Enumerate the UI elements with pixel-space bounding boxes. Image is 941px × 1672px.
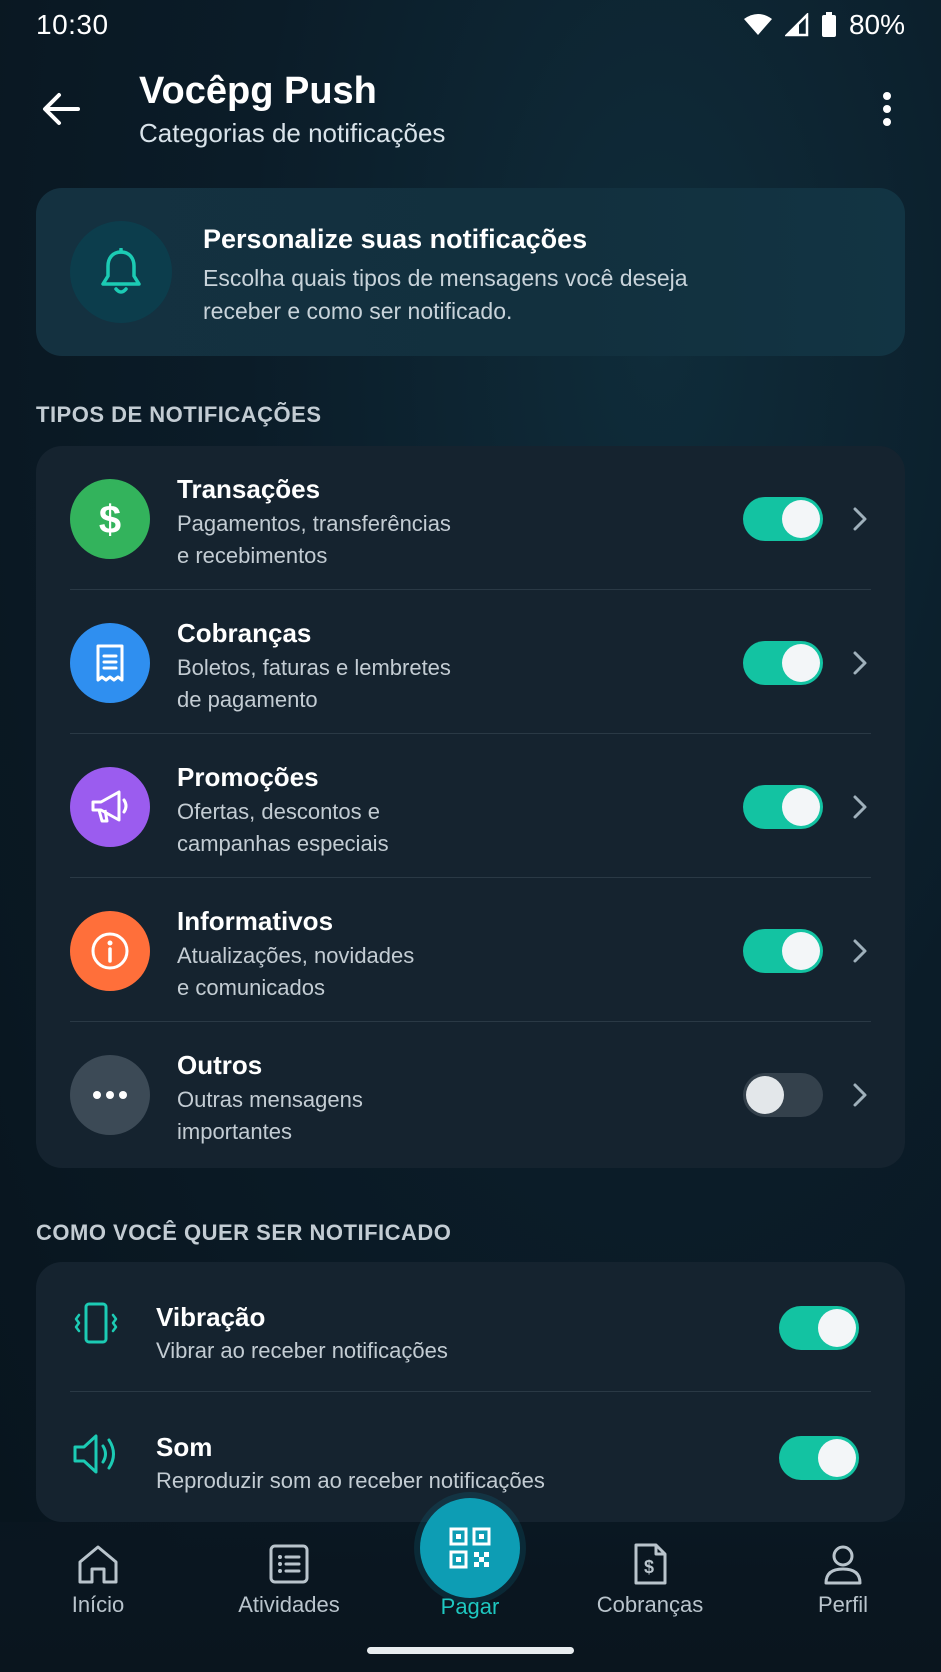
bell-icon: [70, 221, 172, 323]
nav-item-cobrancas[interactable]: $ Cobranças: [570, 1542, 730, 1632]
chevron-right-icon[interactable]: [848, 497, 872, 541]
nav-label: Atividades: [238, 1592, 340, 1617]
method-description: Vibrar ao receber notificações: [156, 1338, 448, 1363]
nav-label: Perfil: [817, 1592, 869, 1617]
types-section-label: TIPOS DE NOTIFICAÇÕES: [36, 402, 322, 427]
outros-toggle[interactable]: [743, 1073, 823, 1117]
type-description: Ofertas, descontos e campanhas especiais: [177, 796, 507, 860]
cobrancas-toggle[interactable]: [743, 641, 823, 685]
battery-icon: [821, 12, 837, 38]
intro-description: Escolha quais tipos de mensagens você de…: [203, 265, 688, 324]
vibracao-toggle[interactable]: [779, 1306, 859, 1350]
qr-code-icon: [449, 1527, 491, 1569]
arrow-left-icon: [43, 93, 80, 125]
wifi-icon: [743, 13, 773, 37]
battery-level: 80%: [848, 9, 905, 40]
type-description-line: Ofertas, descontos e: [177, 799, 380, 824]
som-toggle[interactable]: [779, 1436, 859, 1480]
method-title: Vibração: [156, 1302, 266, 1332]
type-description-line: e comunicados: [177, 975, 325, 1000]
signal-icon: [784, 13, 809, 37]
app-bar: Vocêpg Push Categorias de notificações: [0, 60, 941, 160]
status-icons: 80%: [743, 9, 905, 41]
type-description-line: Atualizações, novidades: [177, 943, 415, 968]
nav-item-inicio[interactable]: Início: [18, 1542, 178, 1632]
speaker-icon: [66, 1424, 126, 1484]
status-bar: 10:30 80%: [0, 0, 941, 50]
type-description-line: Pagamentos, transferências: [177, 511, 451, 536]
type-description-line: de pagamento: [177, 687, 318, 712]
type-title: Outros: [177, 1050, 263, 1080]
invoice-icon: $: [634, 1543, 667, 1585]
page-title: Vocêpg Push: [139, 70, 377, 112]
promocoes-toggle[interactable]: [743, 785, 823, 829]
type-title: Promoções: [177, 762, 319, 792]
method-description: Reproduzir som ao receber notificações: [156, 1468, 545, 1493]
type-description: Boletos, faturas e lembretes de pagament…: [177, 652, 507, 716]
page-subtitle: Categorias de notificações: [139, 118, 446, 148]
more-dots-icon: [70, 1055, 150, 1135]
type-title: Cobranças: [177, 618, 312, 648]
info-icon: [70, 911, 150, 991]
chevron-right-icon[interactable]: [848, 929, 872, 973]
more-options-button[interactable]: [869, 84, 905, 134]
status-time: 10:30: [36, 9, 109, 40]
type-row-cobrancas[interactable]: Cobranças Boletos, faturas e lembretes d…: [36, 590, 905, 734]
svg-text:$: $: [644, 1557, 654, 1577]
list-icon: [269, 1544, 309, 1584]
nav-item-atividades[interactable]: Atividades: [209, 1542, 369, 1632]
vibration-icon: [66, 1294, 126, 1354]
user-icon: [824, 1545, 862, 1585]
method-title: Som: [156, 1432, 213, 1462]
intro-title: Personalize suas notificações: [203, 224, 588, 254]
type-description-line: Outras mensagens: [177, 1087, 363, 1112]
type-title: Informativos: [177, 906, 334, 936]
pay-button[interactable]: [420, 1498, 520, 1598]
home-indicator[interactable]: [367, 1647, 574, 1654]
back-button[interactable]: [36, 84, 86, 134]
type-description-line: Boletos, faturas e lembretes: [177, 655, 451, 680]
receipt-icon: [70, 623, 150, 703]
type-title: Transações: [177, 474, 321, 504]
type-description: Pagamentos, transferências e recebimento…: [177, 508, 507, 572]
type-description: Outras mensagens importantes: [177, 1084, 507, 1148]
more-vertical-icon: [883, 92, 891, 126]
dollar-icon: $: [70, 479, 150, 559]
type-row-promocoes[interactable]: Promoções Ofertas, descontos e campanhas…: [36, 734, 905, 878]
nav-item-perfil[interactable]: Perfil: [763, 1542, 923, 1632]
svg-text:$: $: [99, 498, 121, 541]
type-description: Atualizações, novidades e comunicados: [177, 940, 507, 1004]
notify-section-label: COMO VOCÊ QUER SER NOTIFICADO: [36, 1220, 452, 1245]
informativos-toggle[interactable]: [743, 929, 823, 973]
chevron-right-icon[interactable]: [848, 641, 872, 685]
home-icon: [78, 1545, 118, 1584]
notification-types-list: $ Transações Pagamentos, transferências …: [36, 446, 905, 1168]
type-description-line: campanhas especiais: [177, 831, 389, 856]
type-row-transacoes[interactable]: $ Transações Pagamentos, transferências …: [36, 446, 905, 590]
megaphone-icon: [70, 767, 150, 847]
chevron-right-icon[interactable]: [848, 785, 872, 829]
type-row-informativos[interactable]: Informativos Atualizações, novidades e c…: [36, 878, 905, 1022]
notification-methods-list: Vibração Vibrar ao receber notificações …: [36, 1262, 905, 1522]
method-row-vibracao[interactable]: Vibração Vibrar ao receber notificações: [36, 1262, 905, 1392]
pay-label: Pagar: [440, 1594, 500, 1619]
type-row-outros[interactable]: Outros Outras mensagens importantes: [36, 1022, 905, 1166]
type-description-line: e recebimentos: [177, 543, 328, 568]
type-description-line: importantes: [177, 1119, 292, 1144]
transacoes-toggle[interactable]: [743, 497, 823, 541]
chevron-right-icon[interactable]: [848, 1073, 872, 1117]
nav-label: Início: [71, 1592, 125, 1617]
intro-card: Personalize suas notificações Escolha qu…: [36, 188, 905, 356]
nav-label: Cobranças: [596, 1592, 704, 1617]
